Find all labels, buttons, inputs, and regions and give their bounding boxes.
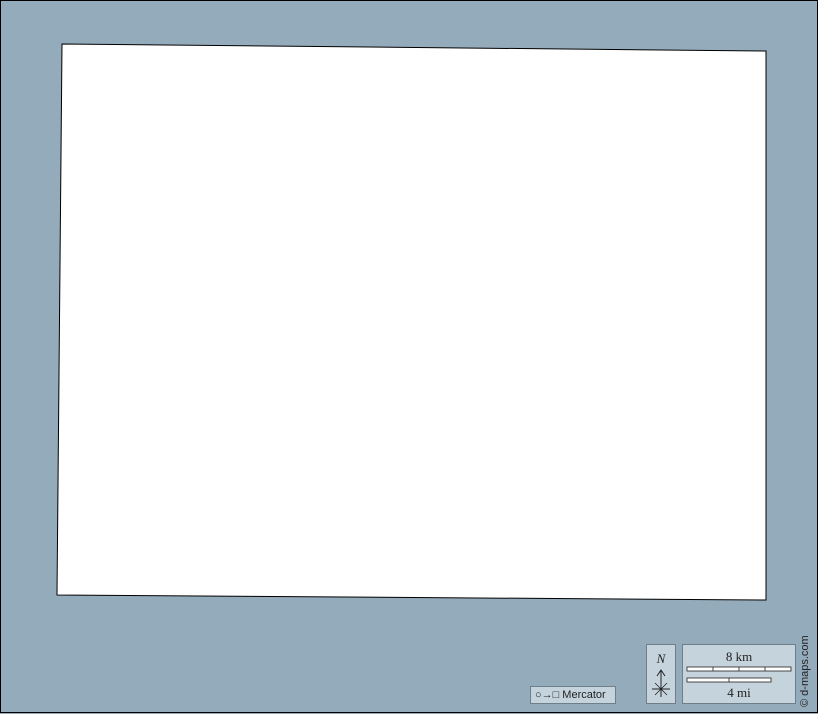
compass-icon	[652, 669, 670, 697]
projection-icon: ○→□	[535, 689, 560, 701]
north-arrow-box: N	[646, 644, 676, 704]
map-frame: ○→□ Mercator N 8 km 4 mi © d-maps.com	[0, 0, 818, 713]
land-area	[56, 43, 767, 601]
projection-legend: ○→□ Mercator	[530, 686, 616, 704]
scale-mi-label: 4 mi	[727, 685, 751, 700]
copyright-credit: © d-maps.com	[799, 635, 811, 707]
map-canvas	[56, 43, 767, 601]
scale-bar-box: 8 km 4 mi	[682, 644, 796, 704]
projection-label: Mercator	[562, 689, 606, 701]
